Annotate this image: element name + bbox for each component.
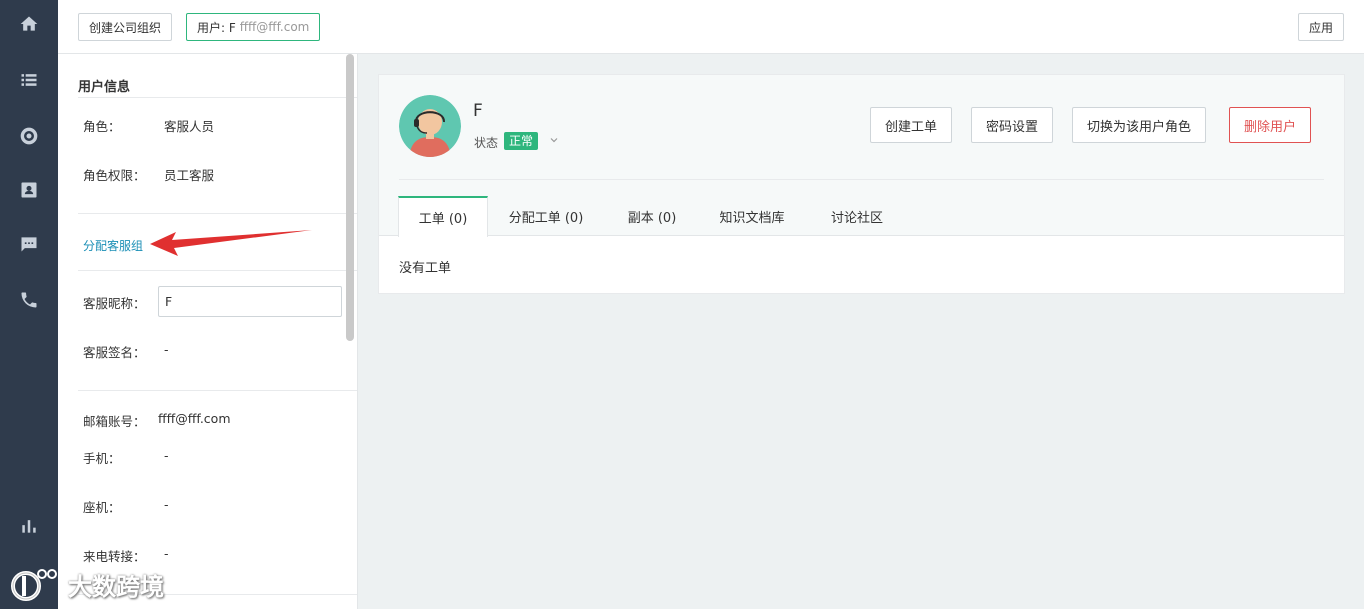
apply-button[interactable]: 应用 [1297, 13, 1344, 41]
watermark: 大数跨境 [10, 566, 164, 602]
switch-role-button[interactable]: 切换为该用户角色 [1072, 107, 1207, 143]
permission-value: 员工客服 [164, 168, 215, 183]
panel-scrollbar[interactable] [346, 54, 354, 341]
delete-user-label: 删除用户 [1244, 119, 1297, 135]
brand-logo-icon [11, 569, 57, 601]
watermark-brand: 大数跨境 [68, 572, 164, 601]
user-name: F [473, 101, 483, 121]
divider [78, 270, 357, 271]
user-tag-email: ffff@fff.com [239, 20, 310, 34]
nickname-input[interactable] [158, 286, 342, 317]
divider [78, 390, 357, 391]
password-settings-button[interactable]: 密码设置 [971, 107, 1054, 143]
user-info-panel: 用户信息 角色： 客服人员 角色权限： 员工客服 分配客服组 客服昵称： 客服签… [58, 54, 358, 609]
email-label: 邮箱账号： [83, 414, 146, 429]
lifebuoy-icon[interactable] [0, 116, 58, 156]
phone-icon[interactable] [0, 280, 58, 320]
user-card: F 状态 正常 创建工单 密码设置 切换为该用户角色 删除用户 工单 (0) 分… [378, 74, 1345, 294]
chevron-down-icon[interactable] [549, 135, 559, 145]
user-tag-button[interactable]: 用户: F ffff@fff.com [186, 13, 321, 41]
contact-card-icon[interactable] [0, 170, 58, 210]
nickname-label: 客服昵称： [83, 296, 146, 311]
empty-tickets-text: 没有工单 [399, 261, 452, 276]
password-settings-label: 密码设置 [986, 119, 1039, 135]
permission-label: 角色权限： [83, 168, 146, 183]
tab-assigned[interactable]: 分配工单 (0) [499, 196, 593, 236]
signature-label: 客服签名： [83, 345, 146, 360]
tab-tickets[interactable]: 工单 (0) [398, 196, 488, 237]
tab-label: 工单 (0) [418, 212, 468, 227]
assign-group-link[interactable]: 分配客服组 [83, 237, 143, 254]
card-header: F 状态 正常 创建工单 密码设置 切换为该用户角色 删除用户 工单 (0) 分… [379, 75, 1344, 237]
panel-title: 用户信息 [78, 80, 131, 95]
apply-label: 应用 [1308, 20, 1333, 35]
tab-label: 知识文档库 [719, 210, 785, 226]
tab-label: 讨论社区 [830, 210, 883, 226]
tab-label: 分配工单 (0) [508, 210, 584, 226]
signature-value: - [164, 342, 169, 357]
support-agent-icon [399, 95, 461, 157]
chart-icon[interactable] [0, 506, 58, 546]
tab-cc[interactable]: 副本 (0) [615, 196, 689, 236]
user-tag-label: 用户: F [197, 20, 236, 35]
status-badge[interactable]: 正常 [504, 132, 539, 150]
create-ticket-label: 创建工单 [885, 119, 938, 135]
chat-icon[interactable] [0, 224, 58, 264]
role-value: 客服人员 [164, 119, 215, 134]
top-toolbar: 创建公司组织 用户: F ffff@fff.com 应用 [58, 0, 1364, 54]
divider [78, 97, 357, 98]
divider [78, 213, 357, 214]
header-divider [399, 179, 1324, 180]
create-org-button[interactable]: 创建公司组织 [78, 13, 173, 41]
landline-label: 座机： [83, 500, 121, 515]
tab-community[interactable]: 讨论社区 [819, 196, 895, 236]
landline-value: - [164, 497, 169, 512]
forward-label: 来电转接： [83, 549, 146, 564]
mobile-value: - [164, 448, 169, 463]
switch-role-label: 切换为该用户角色 [1087, 119, 1192, 135]
tab-knowledge[interactable]: 知识文档库 [709, 196, 795, 236]
role-label: 角色： [83, 119, 121, 134]
list-icon[interactable] [0, 60, 58, 100]
create-org-label: 创建公司组织 [89, 20, 162, 35]
home-icon[interactable] [0, 4, 58, 44]
avatar [399, 95, 461, 157]
tab-label: 副本 (0) [627, 210, 677, 226]
mobile-label: 手机： [83, 451, 121, 466]
status-label: 状态 [474, 136, 499, 150]
annotation-arrow-icon [150, 230, 312, 256]
delete-user-button[interactable]: 删除用户 [1229, 107, 1312, 143]
email-value: ffff@fff.com [158, 411, 231, 426]
create-ticket-button[interactable]: 创建工单 [870, 107, 953, 143]
forward-value: - [164, 546, 169, 561]
nav-rail [0, 0, 58, 609]
